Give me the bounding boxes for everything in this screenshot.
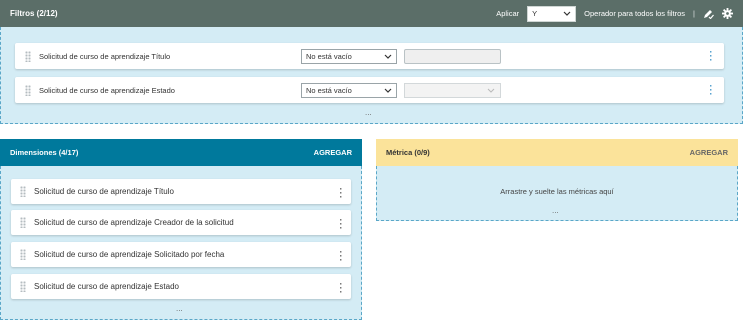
filter-field-label: Solicitud de curso de aprendizaje Estado bbox=[39, 85, 175, 95]
filter-operator-select[interactable]: No está vacío bbox=[301, 48, 397, 64]
drag-handle-icon[interactable] bbox=[20, 249, 26, 260]
report-builder: Filtros (2/12) Aplicar Y Operador para t… bbox=[0, 0, 743, 329]
add-dimension-button[interactable]: AGREGAR bbox=[314, 148, 352, 157]
filter-value-input[interactable] bbox=[404, 48, 501, 64]
dimension-label: Solicitud de curso de aprendizaje Estado bbox=[34, 282, 179, 291]
chevron-down-icon bbox=[563, 11, 571, 16]
chevron-down-icon bbox=[384, 54, 392, 59]
dimension-item[interactable]: Solicitud de curso de aprendizaje Estado… bbox=[11, 274, 351, 299]
more-vertical-icon[interactable]: · · · bbox=[338, 248, 344, 265]
dimensions-header: Dimensiones (4/17) AGREGAR bbox=[0, 139, 362, 166]
more-vertical-icon[interactable]: · · · bbox=[338, 216, 344, 233]
dimensions-more[interactable]: ... bbox=[176, 304, 183, 313]
dimension-item[interactable]: Solicitud de curso de aprendizaje Solici… bbox=[11, 242, 351, 267]
operator-label: Operador para todos los filtros bbox=[584, 9, 686, 18]
dimensions-dropzone: Solicitud de curso de aprendizaje Título… bbox=[0, 166, 362, 320]
filters-toolbar: Aplicar Y Operador para todos los filtro… bbox=[496, 5, 733, 22]
toolbar-separator: | bbox=[693, 9, 695, 18]
metrics-drop-hint: Arrastre y suelte las métricas aquí bbox=[500, 186, 614, 196]
metrics-header: Métrica (0/9) AGREGAR bbox=[376, 139, 738, 166]
metrics-dropzone[interactable]: Arrastre y suelte las métricas aquí ... bbox=[376, 166, 738, 221]
filters-dropzone: Solicitud de curso de aprendizaje Título… bbox=[0, 27, 743, 124]
filter-operator-value: No está vacío bbox=[306, 85, 352, 95]
filters-header: Filtros (2/12) Aplicar Y Operador para t… bbox=[0, 0, 743, 27]
filters-title: Filtros (2/12) bbox=[10, 9, 58, 18]
dimension-item[interactable]: Solicitud de curso de aprendizaje Creado… bbox=[11, 210, 351, 235]
metrics-more[interactable]: ... bbox=[552, 206, 559, 215]
apply-operator-select[interactable]: Y bbox=[527, 5, 577, 22]
add-metric-button[interactable]: AGREGAR bbox=[690, 148, 728, 157]
dimension-label: Solicitud de curso de aprendizaje Título bbox=[34, 187, 174, 196]
filter-operator-value: No está vacío bbox=[306, 51, 352, 61]
dimension-label: Solicitud de curso de aprendizaje Creado… bbox=[34, 218, 234, 227]
more-vertical-icon[interactable]: · · · bbox=[338, 185, 344, 202]
chevron-down-icon bbox=[384, 88, 392, 93]
dimensions-title: Dimensiones (4/17) bbox=[10, 148, 79, 157]
drag-handle-icon[interactable] bbox=[25, 50, 31, 62]
apply-operator-value: Y bbox=[532, 9, 538, 18]
more-vertical-icon[interactable]: · · · bbox=[338, 280, 344, 297]
filter-row: Solicitud de curso de aprendizaje Estado… bbox=[15, 77, 724, 103]
more-vertical-icon[interactable]: · · · bbox=[708, 82, 714, 99]
chevron-down-icon bbox=[487, 88, 495, 93]
filters-more[interactable]: ... bbox=[365, 108, 372, 117]
dimension-item[interactable]: Solicitud de curso de aprendizaje Título… bbox=[11, 179, 351, 204]
metrics-title: Métrica (0/9) bbox=[386, 148, 430, 157]
drag-handle-icon[interactable] bbox=[20, 217, 26, 228]
pencil-check-icon[interactable] bbox=[703, 8, 714, 19]
filter-operator-select[interactable]: No está vacío bbox=[301, 82, 397, 98]
more-vertical-icon[interactable]: · · · bbox=[708, 48, 714, 65]
filter-row: Solicitud de curso de aprendizaje Título… bbox=[15, 43, 724, 69]
drag-handle-icon[interactable] bbox=[20, 281, 26, 292]
dimension-label: Solicitud de curso de aprendizaje Solici… bbox=[34, 250, 225, 259]
filter-value-select[interactable] bbox=[404, 82, 501, 98]
gear-icon[interactable] bbox=[722, 8, 733, 19]
drag-handle-icon[interactable] bbox=[25, 84, 31, 96]
apply-label: Aplicar bbox=[496, 9, 520, 18]
drag-handle-icon[interactable] bbox=[20, 186, 26, 197]
filter-field-label: Solicitud de curso de aprendizaje Título bbox=[39, 51, 171, 61]
